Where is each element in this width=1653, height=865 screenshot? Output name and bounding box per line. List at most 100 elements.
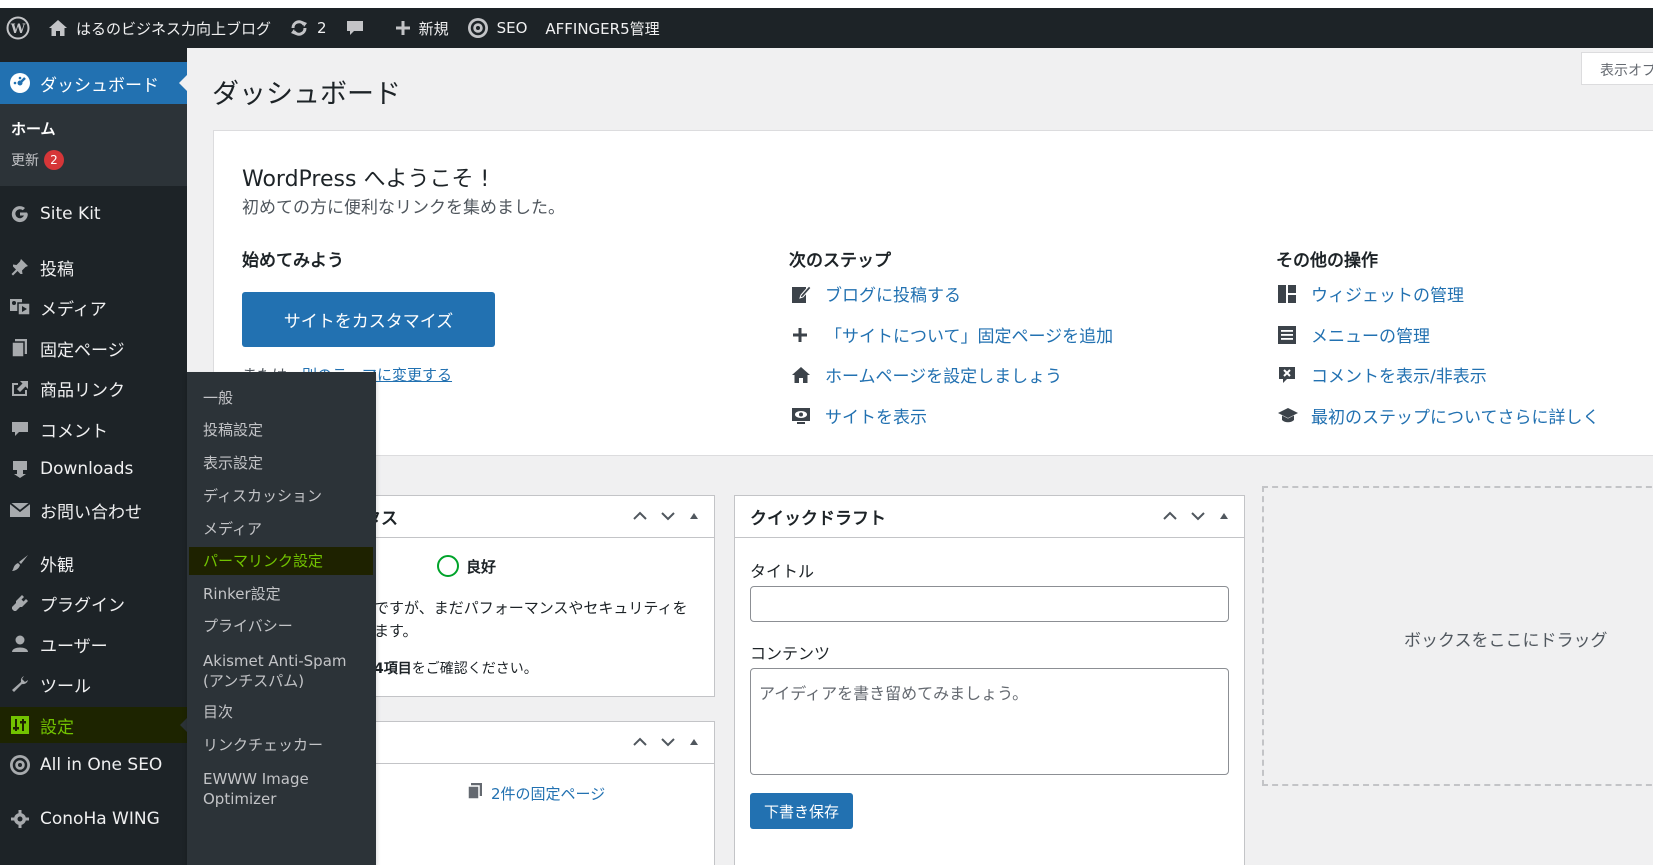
flyout-ewww[interactable]: EWWW Image Optimizer [203, 769, 309, 809]
menu-users[interactable]: ユーザー [0, 626, 187, 662]
link-label: サイトを表示 [825, 408, 927, 428]
postbox-controls [1162, 508, 1230, 528]
menu-plugins[interactable]: プラグイン [0, 585, 187, 621]
menu-tools[interactable]: ツール [0, 666, 187, 702]
add-about-page-link[interactable]: 「サイトについて」固定ページを追加 [791, 322, 1113, 347]
home-icon [791, 366, 825, 384]
flyout-privacy[interactable]: プライバシー [203, 616, 293, 636]
toggle-triangle-icon[interactable] [1218, 508, 1230, 528]
toggle-triangle-icon[interactable] [688, 508, 700, 528]
chevron-down-icon[interactable] [660, 508, 676, 528]
flyout-ewww-line1: EWWW Image [203, 770, 309, 788]
toggle-triangle-icon[interactable] [688, 734, 700, 754]
view-site-link[interactable]: サイトを表示 [791, 403, 927, 428]
write-post-link[interactable]: ブログに投稿する [791, 281, 961, 306]
draft-content-textarea[interactable]: アイディアを書き留めてみましょう。 [750, 668, 1229, 775]
save-draft-button[interactable]: 下書き保存 [750, 793, 853, 829]
menu-pages[interactable]: 固定ページ [0, 330, 187, 366]
menu-product-links[interactable]: 商品リンク [0, 370, 187, 406]
site-name-link[interactable]: はるのビジネス力向上ブログ [48, 8, 271, 48]
manage-widgets-link[interactable]: ウィジェットの管理 [1277, 281, 1464, 306]
empty-dropzone: ボックスをここにドラッグ [1262, 486, 1653, 786]
postbox-controls [632, 734, 700, 754]
menu-all-in-one-seo[interactable]: All in One SEO [0, 747, 187, 783]
menu-label: All in One SEO [40, 755, 163, 775]
gear-icon [0, 809, 40, 829]
submenu-updates[interactable]: 更新 2 [11, 150, 64, 170]
menu-media[interactable]: メディア [0, 289, 187, 325]
menu-dashboard[interactable]: ダッシュボード [0, 62, 187, 104]
flyout-pointer [180, 718, 187, 732]
link-label: 最初のステップについてさらに詳しく [1311, 408, 1600, 428]
new-content-link[interactable]: 新規 [395, 8, 449, 48]
chevron-down-icon[interactable] [660, 734, 676, 754]
menu-posts[interactable]: 投稿 [0, 249, 187, 285]
widgets-icon [1277, 284, 1311, 304]
toggle-comments-link[interactable]: コメントを表示/非表示 [1277, 362, 1487, 387]
menu-appearance[interactable]: 外観 [0, 545, 187, 581]
menu-label: ツール [40, 676, 91, 697]
link-label: ウィジェットの管理 [1311, 286, 1464, 306]
health-status-label: 良好 [466, 557, 497, 576]
aioseo-icon [0, 754, 40, 776]
health-items-bold[interactable]: 4項目 [374, 661, 412, 677]
flyout-reading[interactable]: 表示設定 [203, 453, 263, 473]
flyout-toc[interactable]: 目次 [203, 702, 233, 722]
affinger-link[interactable]: AFFINGER5管理 [545, 8, 659, 48]
google-g-icon [0, 204, 40, 224]
menu-label: 商品リンク [40, 380, 125, 401]
flyout-discussion[interactable]: ディスカッション [203, 486, 322, 506]
link-label: ホームページを設定しましょう [825, 367, 1063, 387]
health-items-text: をご確認ください。 [411, 661, 538, 677]
updates-link[interactable]: 2 [289, 8, 327, 48]
brush-icon [0, 553, 40, 573]
chevron-down-icon[interactable] [1190, 508, 1206, 528]
menu-list-icon [1277, 325, 1311, 345]
flyout-akismet[interactable]: Akismet Anti-Spam (アンチスパム) [203, 651, 347, 691]
manage-menus-link[interactable]: メニューの管理 [1277, 322, 1430, 347]
menu-site-kit[interactable]: Site Kit [0, 196, 187, 232]
welcome-subheading: 初めての方に便利なリンクを集めました。 [242, 198, 565, 218]
link-label: コメントを表示/非表示 [1311, 367, 1487, 387]
flyout-rinker[interactable]: Rinker設定 [203, 584, 281, 604]
chevron-up-icon[interactable] [632, 508, 648, 528]
menu-label: Downloads [40, 459, 134, 479]
screen-options-button[interactable]: 表示オプション [1581, 52, 1653, 85]
svg-text:W: W [10, 22, 26, 37]
flyout-media[interactable]: メディア [203, 519, 262, 539]
draft-title-input[interactable] [750, 586, 1229, 622]
wordpress-logo-icon[interactable]: W [0, 8, 40, 48]
health-text-1: ですが、まだパフォーマンスやセキュリティを [374, 599, 688, 617]
menu-label: 外観 [40, 555, 74, 576]
menu-comments[interactable]: コメント [0, 411, 187, 447]
graduation-cap-icon [1277, 407, 1311, 425]
pages-count-link[interactable]: 2件の固定ページ [467, 782, 605, 804]
flyout-link-checker[interactable]: リンクチェッカー [203, 735, 323, 755]
menu-contact[interactable]: お問い合わせ [0, 492, 187, 528]
flyout-permalinks[interactable]: パーマリンク設定 [189, 547, 373, 575]
comments-link[interactable] [345, 8, 365, 48]
flyout-general[interactable]: 一般 [203, 388, 233, 408]
menu-label: プラグイン [40, 595, 125, 616]
customize-site-button[interactable]: サイトをカスタマイズ [242, 292, 495, 347]
welcome-heading: WordPress へようこそ ! [242, 167, 490, 192]
seo-link[interactable]: SEO [467, 8, 527, 48]
flyout-writing[interactable]: 投稿設定 [203, 420, 263, 440]
more-actions-heading: その他の操作 [1276, 251, 1378, 271]
chevron-up-icon[interactable] [632, 734, 648, 754]
chevron-up-icon[interactable] [1162, 508, 1178, 528]
menu-label: 設定 [40, 717, 74, 738]
postbox-controls [632, 508, 700, 528]
updates-count: 2 [317, 19, 327, 37]
pin-icon [0, 257, 40, 277]
home-icon [48, 19, 68, 37]
menu-label: 固定ページ [40, 340, 125, 361]
link-label: メニューの管理 [1311, 327, 1430, 347]
menu-settings[interactable]: 設定 [0, 707, 187, 743]
affinger-label: AFFINGER5管理 [545, 19, 660, 38]
learn-more-link[interactable]: 最初のステップについてさらに詳しく [1277, 403, 1600, 428]
menu-conoha-wing[interactable]: ConoHa WING [0, 801, 187, 837]
setup-homepage-link[interactable]: ホームページを設定しましょう [791, 362, 1062, 387]
submenu-home[interactable]: ホーム [11, 118, 56, 139]
menu-downloads[interactable]: Downloads [0, 451, 187, 487]
